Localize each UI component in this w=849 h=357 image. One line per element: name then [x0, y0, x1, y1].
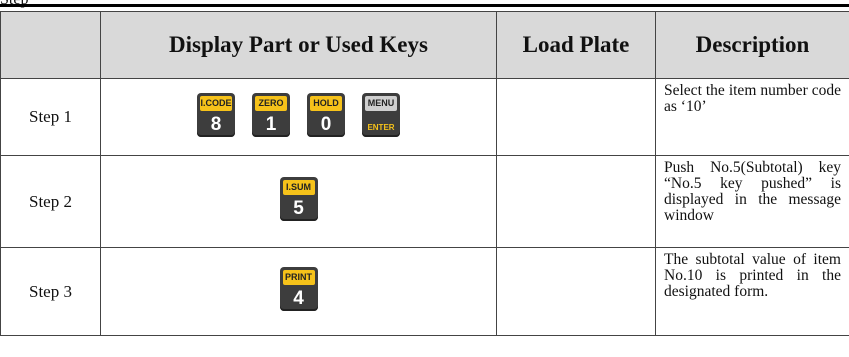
step-label: Step 3	[0, 247, 101, 336]
key-number: 1	[265, 113, 277, 135]
keys-cell: I.CODE 8 ZERO 1 HOLD 0 MENU ENTER	[100, 78, 497, 156]
key-tag: ZERO	[255, 95, 287, 111]
key-number: 5	[293, 198, 304, 219]
description-cell: Select the item number code as ‘10’	[655, 78, 849, 156]
table-row: Step 1 I.CODE 8 ZERO 1 HOLD 0 MENU ENTER…	[0, 78, 849, 156]
key-number: 8	[210, 113, 222, 135]
step-label: Step 1	[0, 78, 101, 156]
steps-table: Display Part or Used Keys Load Plate Des…	[0, 11, 849, 336]
description-cell: The subtotal value of item No.10 is prin…	[655, 247, 849, 336]
key-tag: I.CODE	[200, 95, 232, 111]
keys-cell: I.SUM 5	[100, 155, 497, 248]
key-tag: HOLD	[310, 95, 342, 111]
header-row: Display Part or Used Keys Load Plate Des…	[0, 11, 849, 79]
step-label: Step 2	[0, 155, 101, 248]
key-tag: MENU	[365, 95, 397, 111]
isum-5-key[interactable]: I.SUM 5	[279, 177, 318, 221]
key-sub-label: ENTER	[367, 122, 395, 132]
table-row: Step 3 PRINT 4 The subtotal value of ite…	[0, 247, 849, 336]
load-plate-cell	[496, 78, 656, 156]
print-4-key[interactable]: PRINT 4	[279, 267, 318, 311]
key-number: 4	[293, 288, 304, 309]
header-step	[0, 11, 101, 79]
header-description: Description	[655, 11, 849, 79]
description-cell: Push No.5(Subtotal) key “No.5 key pushed…	[655, 155, 849, 248]
keys-cell: PRINT 4	[100, 247, 497, 336]
menu-enter-key[interactable]: MENU ENTER	[362, 92, 400, 137]
load-plate-cell	[496, 247, 656, 336]
icode-8-key[interactable]: I.CODE 8	[197, 92, 235, 137]
key-tag: I.SUM	[282, 180, 315, 195]
zero-1-key[interactable]: ZERO 1	[252, 92, 290, 137]
top-rule	[0, 4, 849, 7]
hold-0-key[interactable]: HOLD 0	[307, 92, 345, 137]
load-plate-cell	[496, 155, 656, 248]
key-number: 0	[320, 113, 332, 135]
key-tag: PRINT	[282, 270, 315, 285]
header-load-plate: Load Plate	[496, 11, 656, 79]
table-row: Step 2 I.SUM 5 Push No.5(Subtotal) key “…	[0, 155, 849, 248]
header-display-keys: Display Part or Used Keys	[100, 11, 497, 79]
